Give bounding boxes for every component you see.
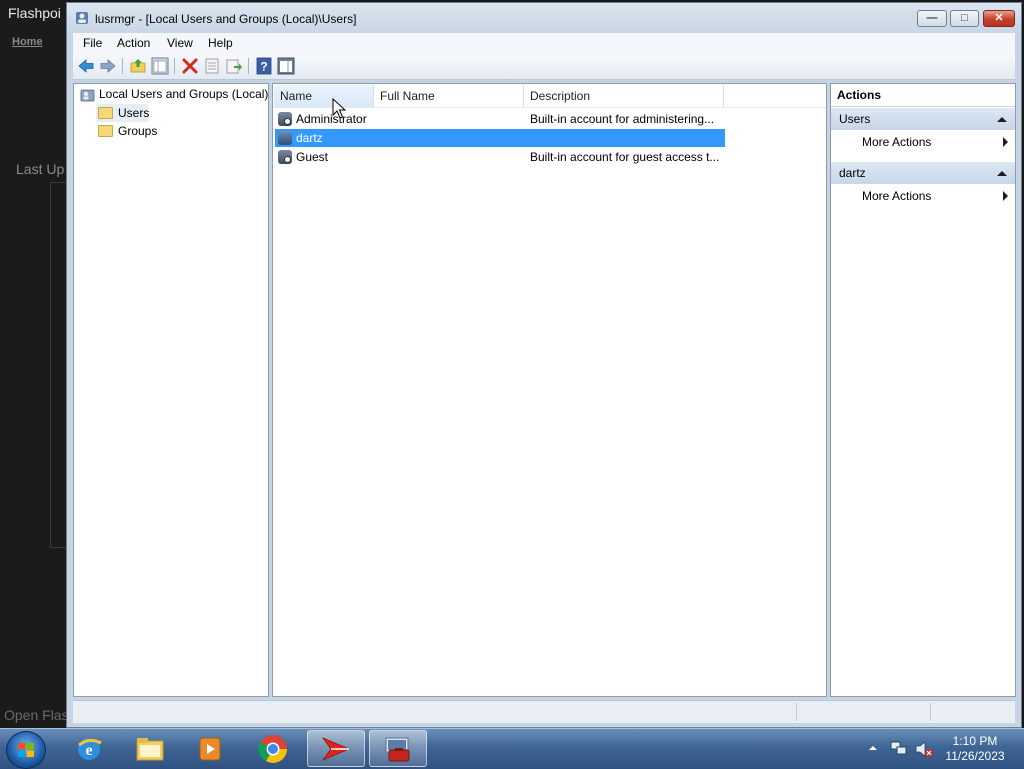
toolbar-separator [122, 58, 123, 74]
disabled-user-icon [278, 150, 292, 164]
background-app: Flashpoi Home Last Up Open Flas [0, 0, 72, 728]
forward-arrow-icon[interactable] [99, 57, 117, 75]
internet-explorer-icon: e [78, 738, 102, 760]
svg-text:?: ? [260, 60, 267, 74]
maximize-icon: □ [961, 12, 968, 24]
actions-pane: Actions Users More Actions dartz More Ac… [830, 83, 1016, 697]
toolbar-separator [174, 58, 175, 74]
show-hide-action-pane-icon[interactable] [277, 57, 295, 75]
user-icon [278, 131, 292, 145]
table-row-selected[interactable]: dartz [275, 129, 725, 147]
actions-section-dartz-label: dartz [839, 166, 866, 180]
header-divider [273, 107, 826, 108]
menu-file[interactable]: File [83, 36, 102, 50]
flashpoint-icon [321, 737, 351, 761]
row-description: Built-in account for guest access t... [530, 150, 720, 164]
users-app-icon [76, 12, 88, 24]
column-header-full-name[interactable]: Full Name [374, 85, 524, 107]
lusrmgr-window: lusrmgr - [Local Users and Groups (Local… [66, 2, 1022, 728]
more-actions-label: More Actions [862, 135, 932, 149]
taskbar-media-player[interactable] [182, 730, 240, 767]
svg-text:e: e [85, 742, 92, 759]
folder-icon [98, 107, 113, 119]
menu-help[interactable]: Help [208, 36, 233, 50]
taskbar-computer-management[interactable] [369, 730, 427, 767]
computer-management-icon [385, 737, 410, 762]
title-bar[interactable]: lusrmgr - [Local Users and Groups (Local… [67, 3, 1021, 33]
minimize-icon: — [926, 12, 938, 24]
file-explorer-icon [136, 738, 164, 761]
taskbar-flashpoint[interactable] [307, 730, 365, 767]
start-button[interactable] [6, 731, 46, 769]
maximize-button[interactable]: □ [950, 10, 979, 27]
network-icon[interactable] [890, 740, 908, 757]
users-groups-icon [80, 89, 95, 102]
properties-icon[interactable] [203, 57, 221, 75]
collapse-arrow-icon[interactable] [997, 171, 1007, 176]
status-divider [796, 703, 797, 721]
users-list-pane: Name Full Name Description Administrator… [272, 83, 827, 697]
menu-action[interactable]: Action [117, 36, 150, 50]
clock[interactable]: 1:10 PM 11/26/2023 [935, 734, 1015, 764]
start-orb-icon [18, 743, 34, 757]
menu-view[interactable]: View [167, 36, 193, 50]
help-icon[interactable]: ? [255, 57, 273, 75]
background-home-link[interactable]: Home [12, 36, 43, 48]
window-title: lusrmgr - [Local Users and Groups (Local… [95, 12, 357, 26]
tree-item-users[interactable]: Users [96, 104, 150, 122]
tree-item-groups-label: Groups [118, 124, 158, 138]
actions-section-users[interactable]: Users [831, 108, 1015, 130]
column-header-name[interactable]: Name [274, 85, 374, 107]
submenu-arrow-icon [1003, 137, 1008, 147]
disabled-user-icon [278, 112, 292, 126]
close-button[interactable]: ✕ [983, 10, 1015, 27]
taskbar-internet-explorer[interactable]: e [60, 730, 118, 767]
status-bar [73, 700, 1015, 723]
actions-section-users-label: Users [839, 112, 871, 126]
row-name: Guest [296, 150, 329, 164]
clock-time: 1:10 PM [952, 734, 998, 748]
column-header-description[interactable]: Description [524, 85, 724, 107]
clock-date: 11/26/2023 [945, 749, 1005, 763]
more-actions-dartz[interactable]: More Actions [862, 186, 1015, 206]
toolbar-separator [248, 58, 249, 74]
mouse-cursor-icon [332, 98, 346, 119]
minimize-button[interactable]: — [917, 10, 947, 27]
media-player-icon [199, 737, 221, 761]
console-tree-pane: Local Users and Groups (Local) Users Gro… [73, 83, 269, 697]
folder-icon [98, 125, 113, 137]
more-actions-users[interactable]: More Actions [862, 132, 1015, 152]
volume-muted-icon[interactable] [914, 740, 934, 758]
background-last-updated-label: Last Up [16, 161, 65, 177]
back-arrow-icon[interactable] [77, 57, 95, 75]
taskbar-file-explorer[interactable] [121, 730, 179, 767]
actions-header: Actions [831, 84, 1015, 107]
background-app-title: Flashpoi [8, 5, 61, 21]
table-row[interactable]: Guest Built-in account for guest access … [275, 148, 725, 166]
chrome-icon [258, 735, 287, 763]
toolbar: ? [73, 53, 1015, 80]
background-open-label: Open Flas [4, 707, 69, 723]
taskbar-chrome[interactable] [244, 730, 302, 767]
delete-icon[interactable] [181, 57, 199, 75]
taskbar: e 1:10 PM 11/26/2023 [0, 728, 1024, 769]
show-hide-tree-icon[interactable] [151, 57, 169, 75]
show-hidden-icons-icon[interactable] [868, 743, 878, 753]
export-list-icon[interactable] [225, 57, 243, 75]
tree-root-label: Local Users and Groups (Local) [99, 87, 269, 101]
collapse-arrow-icon[interactable] [997, 117, 1007, 122]
up-folder-icon[interactable] [129, 57, 147, 75]
close-icon: ✕ [994, 12, 1004, 24]
menu-bar: File Action View Help [73, 33, 1015, 53]
row-description: Built-in account for administering... [530, 112, 715, 126]
row-name: dartz [296, 131, 323, 145]
actions-section-dartz[interactable]: dartz [831, 162, 1015, 184]
tree-item-users-label: Users [118, 106, 150, 120]
status-divider [930, 703, 931, 721]
submenu-arrow-icon [1003, 191, 1008, 201]
more-actions-label: More Actions [862, 189, 932, 203]
